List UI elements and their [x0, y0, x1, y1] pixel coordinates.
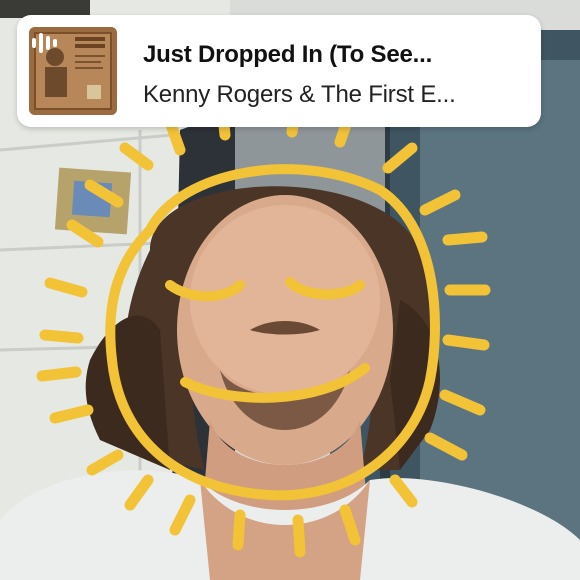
track-artist: Kenny Rogers & The First E...: [143, 81, 456, 108]
sun-smile: [180, 363, 370, 403]
album-art: [29, 27, 117, 115]
track-title: Just Dropped In (To See...: [143, 41, 433, 68]
sun-eye-right: [285, 277, 365, 300]
music-sticker[interactable]: Just Dropped In (To See... Kenny Rogers …: [17, 15, 541, 127]
story-canvas: Just Dropped In (To See... Kenny Rogers …: [0, 0, 580, 580]
sun-circle: [105, 164, 440, 501]
audio-waveform-icon: [32, 33, 57, 53]
sun-eye-left: [165, 280, 245, 302]
